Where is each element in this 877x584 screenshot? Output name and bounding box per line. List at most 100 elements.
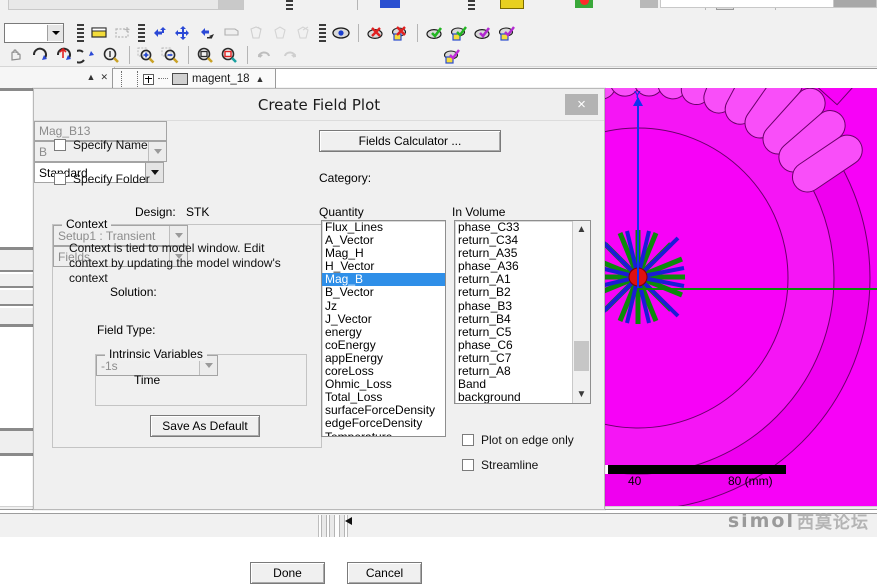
toolbar-icon-gray-obj[interactable] [640,0,658,8]
scroll-down-icon[interactable]: ▼ [573,386,590,403]
toolbar-select-combo[interactable] [4,23,64,43]
chevron-down-icon[interactable] [47,25,63,41]
watermark-latin: simol [727,509,795,532]
sweep-icon[interactable] [220,23,244,43]
rotate-icon[interactable] [28,45,52,65]
scroll-up-icon[interactable]: ▲ [573,221,590,238]
rotate-axis-icon[interactable] [52,45,76,65]
in-volume-item[interactable]: phase_C6 [455,338,572,352]
quantity-item[interactable]: energy [322,325,445,339]
scrollbar-thumb[interactable] [574,341,589,371]
zoom-window-icon[interactable] [194,45,218,65]
specify-folder-checkbox[interactable] [54,173,66,185]
streamline-checkbox[interactable] [462,459,474,471]
plot-on-edge-only-row[interactable]: Plot on edge only [462,433,574,447]
shape-edit-icon[interactable] [244,23,268,43]
shape-merge-icon[interactable] [292,23,316,43]
panel-collapse-controls[interactable]: ▲ ✕ [0,67,115,89]
quantity-item[interactable]: edgeForceDensity [322,417,445,430]
quantity-item[interactable]: Temperature [322,430,445,436]
close-button[interactable]: × [565,94,598,115]
toolbar-grip-2[interactable] [468,0,475,10]
toolbar-textfield-partial-2[interactable] [218,0,244,10]
in-volume-item[interactable]: background [455,391,572,403]
toolbar-grip-5[interactable] [319,24,326,42]
in-volume-item[interactable]: return_C5 [455,325,572,339]
quantity-listbox[interactable]: Flux_Lines A_Vector Mag_H H_Vector Mag_B B_Ve… [321,220,446,437]
zoom-in-icon[interactable] [135,45,159,65]
toolbar-row-view [0,44,877,66]
toolbar-progress-thumb[interactable] [833,0,877,8]
create-field-plot-dialog[interactable]: Create Field Plot × Specify Name Mag_B13… [33,88,605,584]
fields-calculator-button[interactable]: Fields Calculator ... [319,130,501,152]
in-volume-item[interactable]: return_B2 [455,286,572,299]
add-model-icon[interactable] [111,23,135,43]
toolbar-textfield-partial[interactable] [8,0,220,10]
dialog-titlebar[interactable]: Create Field Plot [34,89,604,120]
in-volume-item[interactable]: phase_B3 [455,299,572,313]
context-description: Context is tied to model window. Edit co… [69,241,281,285]
in-volume-item[interactable]: return_B4 [455,312,572,326]
chevron-up-icon[interactable]: ▲ [256,74,265,84]
toolbar-icon-blue-block[interactable] [380,0,400,8]
y-axis-label: Y [634,90,641,101]
pan-hand-icon[interactable] [4,45,28,65]
intrinsic-variables-group: Intrinsic Variables Time -1s [95,347,307,406]
hide-selection-icon[interactable] [388,23,412,43]
hide-objects-icon[interactable] [364,23,388,43]
spin-icon[interactable] [76,45,100,65]
toolbar-icon-yellow-sheet[interactable] [500,0,524,9]
eye-icon[interactable] [329,23,353,43]
streamline-row[interactable]: Streamline [462,458,538,472]
toolbar-grip-3[interactable] [77,24,84,42]
shape-split-icon[interactable] [268,23,292,43]
document-tab[interactable]: magent_18 ▲ [112,68,288,89]
model-window-icon[interactable] [87,23,111,43]
cancel-button[interactable]: Cancel [347,562,422,584]
undo-icon[interactable] [253,45,277,65]
specify-name-row[interactable]: Specify Name [54,138,148,152]
collapse-icon[interactable]: ▲ [87,73,96,82]
specify-name-checkbox[interactable] [54,139,66,151]
zoom-fit-icon[interactable] [100,45,124,65]
watermark-chinese: 西莫论坛 [797,513,869,532]
show-purple-box-icon[interactable] [495,23,519,43]
quantity-item[interactable]: coEnergy [322,338,445,352]
show-green-icon[interactable] [423,23,447,43]
dialog-body: Specify Name Mag_B13 Specify Folder B De… [34,120,604,584]
move-arrows-icon[interactable] [148,23,172,43]
in-volume-scrollbar[interactable]: ▲ ▼ [572,221,590,403]
show-purple-icon[interactable] [471,23,495,43]
toolbar-grip-4[interactable] [138,24,145,42]
field-type-label: Field Type: [97,323,156,337]
status-bar: simol 西莫论坛 [0,506,877,537]
done-button[interactable]: Done [250,562,325,584]
quantity-items: Flux_Lines A_Vector Mag_H H_Vector Mag_B B_Ve… [322,221,445,436]
quantity-item[interactable]: J_Vector [322,312,445,326]
quantity-item[interactable]: Jz [322,299,445,313]
toolbar-grip[interactable] [286,0,293,10]
streamline-label: Streamline [481,458,539,472]
redo-icon[interactable] [277,45,301,65]
zoom-selection-icon[interactable] [218,45,242,65]
context-group-title: Context [62,217,112,231]
expand-plus-icon[interactable] [143,73,154,85]
tabstrip-empty-area [275,68,877,90]
quantity-item[interactable]: B_Vector [322,286,445,299]
in-volume-listbox[interactable]: phase_C33 return_C34 return_A35 phase_A36 re… [454,220,591,404]
chevron-down-icon[interactable] [148,142,166,161]
zoom-out-icon[interactable] [159,45,183,65]
category-label: Category: [319,171,372,185]
rotate-arrows-icon[interactable] [196,23,220,43]
document-tabstrip: ▲ ✕ magent_18 ▲ [0,66,877,90]
horizontal-scrollbar[interactable] [318,515,348,537]
specify-folder-row[interactable]: Specify Folder [54,172,150,186]
close-icon[interactable]: ✕ [100,73,108,82]
move-cross-icon[interactable] [172,23,196,43]
in-volume-items: phase_C33 return_C34 return_A35 phase_A36 re… [455,221,572,403]
plot-on-edge-only-checkbox[interactable] [462,434,474,446]
quantity-header: Quantity [319,205,364,219]
show-green-box-icon[interactable] [447,23,471,43]
save-as-default-button[interactable]: Save As Default [150,415,260,437]
intrinsic-group-title: Intrinsic Variables [105,347,207,361]
